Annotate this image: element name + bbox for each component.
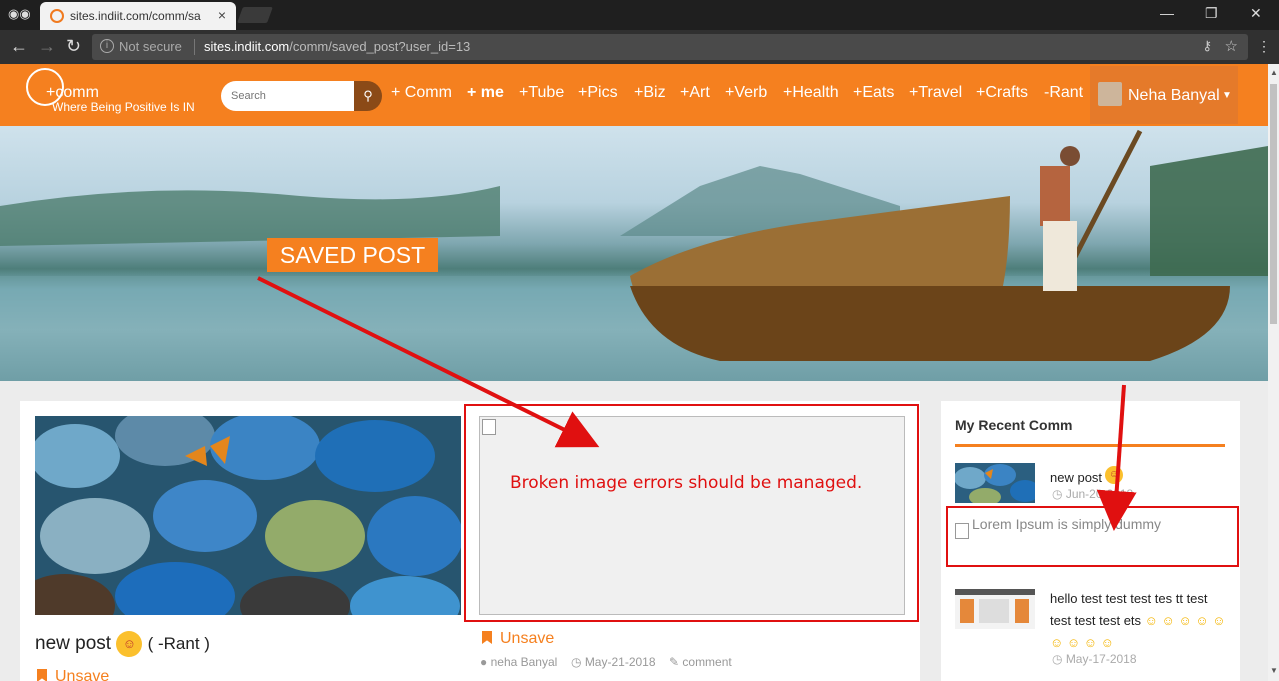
annotation-arrow bbox=[257, 276, 600, 448]
annotation-arrow bbox=[1096, 384, 1137, 531]
annotation-arrows bbox=[257, 276, 1137, 531]
